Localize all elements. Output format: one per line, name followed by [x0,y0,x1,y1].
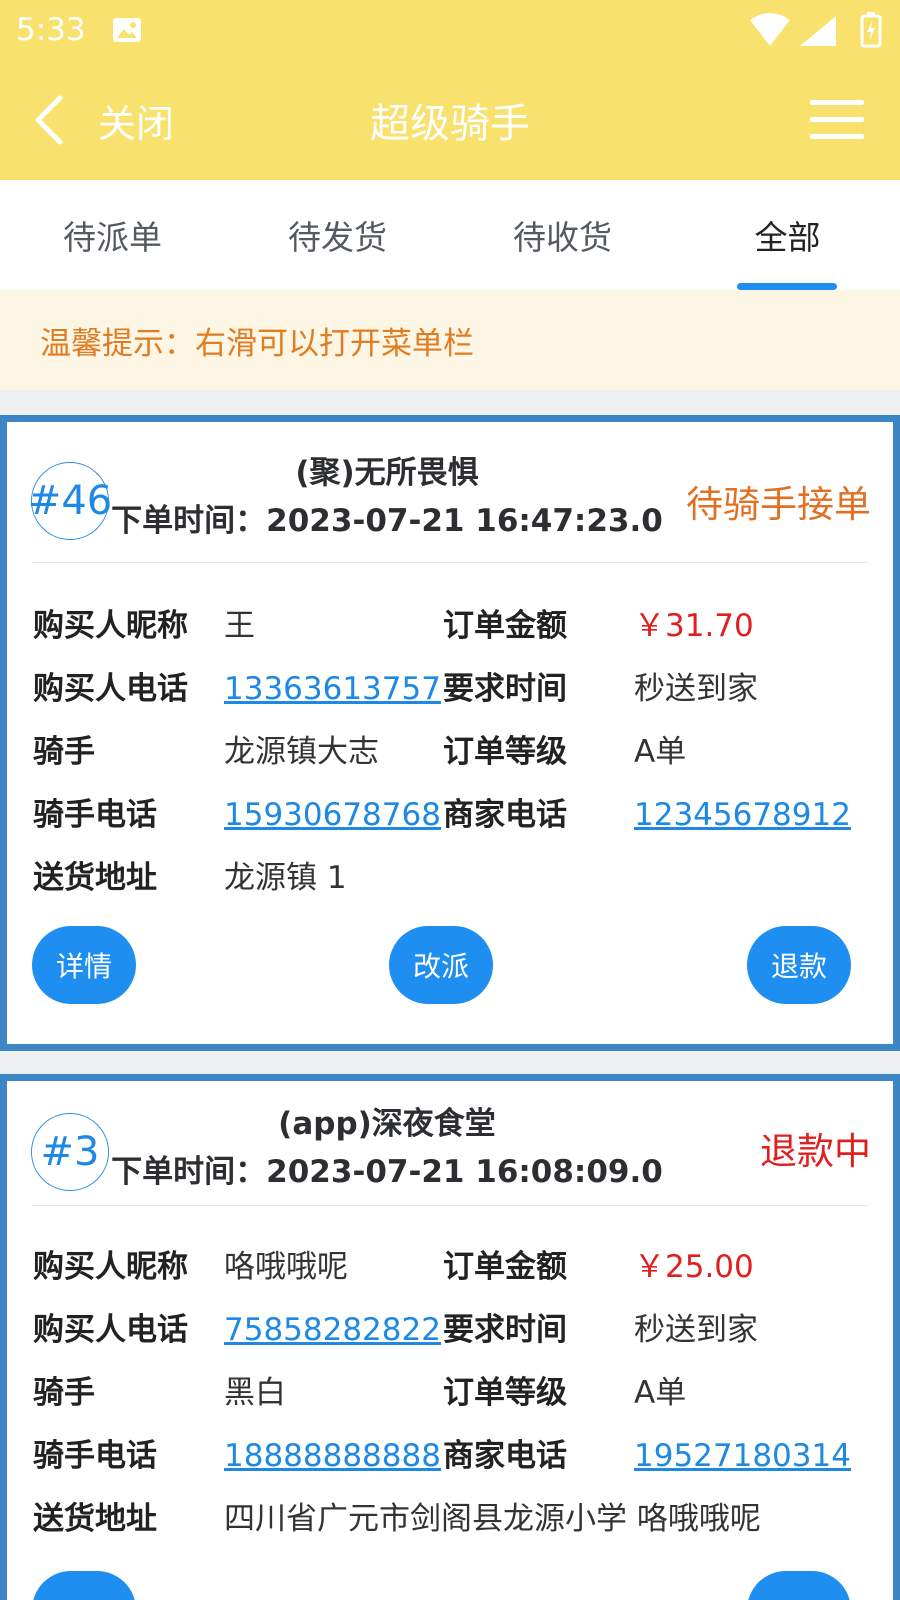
required-time-label: 要求时间 [443,671,567,707]
image-notification-icon [113,18,141,42]
buyer-phone-link[interactable]: 75858282822 [224,1300,441,1360]
info-row: 购买人昵称 咯哦哦呢 订单金额 ￥25.00 [7,1237,893,1297]
tab-pending-dispatch[interactable]: 待派单 [0,180,225,290]
buyer-phone-label: 购买人电话 [33,1312,188,1348]
order-number: #46 [27,478,113,524]
order-level-value: A单 [634,734,687,770]
divider [32,562,868,563]
tab-all[interactable]: 全部 [675,180,900,290]
address-value: 四川省广元市剑阁县龙源小学 咯哦哦呢 [224,1501,761,1537]
merchant-phone-label: 商家电话 [443,797,567,833]
amount-value: ￥25.00 [634,1249,754,1285]
merchant-phone-label: 商家电话 [443,1438,567,1474]
order-time: 下单时间：2023-07-21 16:08:09.0 [111,1154,663,1190]
status-icons [750,12,882,48]
order-level-label: 订单等级 [443,1375,567,1411]
required-time-value: 秒送到家 [634,1312,758,1348]
app-header: 关闭 超级骑手 [0,60,900,180]
rider-phone-label: 骑手电话 [33,797,157,833]
amount-value: ￥31.70 [634,608,754,644]
order-status: 退款中 [760,1130,871,1173]
reassign-button[interactable]: 改派 [389,926,493,1004]
buyer-name-label: 购买人昵称 [33,1249,188,1285]
info-row: 骑手 黑白 订单等级 A单 [7,1363,893,1423]
merchant-phone-link[interactable]: 12345678912 [634,785,851,845]
order-header: (app)深夜食堂 下单时间：2023-07-21 16:08:09.0 [107,1101,667,1197]
buyer-name-value: 王 [224,608,255,644]
order-number-badge: #46 [27,462,113,540]
details-label: 详情 [55,950,112,983]
buyer-phone-label: 购买人电话 [33,671,188,707]
details-button[interactable]: 详情 [32,926,136,1004]
divider [32,1205,868,1206]
reassign-label: 改派 [412,950,469,983]
info-row: 送货地址 龙源镇 1 [7,848,893,908]
menu-icon[interactable] [810,100,864,140]
tip-text: 温馨提示：右滑可以打开菜单栏 [40,325,474,362]
buyer-name-label: 购买人昵称 [33,608,188,644]
buyer-name-value: 咯哦哦呢 [224,1249,348,1285]
info-row: 骑手 龙源镇大志 订单等级 A单 [7,722,893,782]
amount-label: 订单金额 [443,608,567,644]
close-label: 关闭 [98,101,175,146]
rider-label: 骑手 [33,1375,95,1411]
info-row: 购买人昵称 王 订单金额 ￥31.70 [7,596,893,656]
rider-value: 黑白 [224,1375,286,1411]
signal-icon [800,16,836,46]
refund-label: 退款 [770,950,827,983]
rider-value: 龙源镇大志 [224,734,379,770]
order-card: #3 (app)深夜食堂 下单时间：2023-07-21 16:08:09.0 … [0,1074,900,1600]
order-level-label: 订单等级 [443,734,567,770]
tab-label: 待收货 [513,218,612,257]
details-button[interactable] [32,1571,136,1600]
rider-label: 骑手 [33,734,95,770]
info-row: 骑手电话 18888888888 商家电话 19527180314 [7,1426,893,1486]
amount-label: 订单金额 [443,1249,567,1285]
battery-icon [860,12,882,48]
buyer-phone-link[interactable]: 13363613757 [224,659,441,719]
wifi-icon [750,13,790,46]
rider-phone-label: 骑手电话 [33,1438,157,1474]
tab-pending-receive[interactable]: 待收货 [450,180,675,290]
chevron-left-icon [35,95,63,145]
status-time: 5:33 [16,12,86,48]
rider-phone-link[interactable]: 15930678768 [224,785,441,845]
refund-button[interactable] [747,1571,851,1600]
order-status: 待骑手接单 [686,483,871,526]
status-bar: 5:33 [0,0,900,60]
order-tabs: 待派单 待发货 待收货 全部 [0,180,900,290]
address-label: 送货地址 [33,860,157,896]
refund-button[interactable]: 退款 [747,926,851,1004]
order-time: 下单时间：2023-07-21 16:47:23.0 [111,503,663,539]
required-time-value: 秒送到家 [634,671,758,707]
shop-name: (app)深夜食堂 [278,1106,496,1142]
active-tab-indicator [737,283,837,290]
info-row: 送货地址 四川省广元市剑阁县龙源小学 咯哦哦呢 [7,1489,893,1549]
address-label: 送货地址 [33,1501,157,1537]
tab-pending-ship[interactable]: 待发货 [225,180,450,290]
tab-label: 待发货 [288,218,387,257]
shop-name: (聚)无所畏惧 [295,455,479,491]
info-row: 购买人电话 75858282822 要求时间 秒送到家 [7,1300,893,1360]
info-row: 购买人电话 13363613757 要求时间 秒送到家 [7,659,893,719]
info-row: 骑手电话 15930678768 商家电话 12345678912 [7,785,893,845]
order-number: #3 [40,1129,100,1175]
required-time-label: 要求时间 [443,1312,567,1348]
close-button[interactable]: 关闭 [30,88,174,152]
tip-banner: 温馨提示：右滑可以打开菜单栏 [0,290,900,390]
tab-label: 待派单 [63,218,162,257]
order-card: #46 (聚)无所畏惧 下单时间：2023-07-21 16:47:23.0 待… [0,415,900,1051]
merchant-phone-link[interactable]: 19527180314 [634,1426,851,1486]
rider-phone-link[interactable]: 18888888888 [224,1426,441,1486]
order-header: (聚)无所畏惧 下单时间：2023-07-21 16:47:23.0 [107,450,667,546]
order-number-badge: #3 [31,1113,109,1191]
tab-label: 全部 [754,218,821,257]
order-level-value: A单 [634,1375,687,1411]
address-value: 龙源镇 1 [224,860,347,896]
